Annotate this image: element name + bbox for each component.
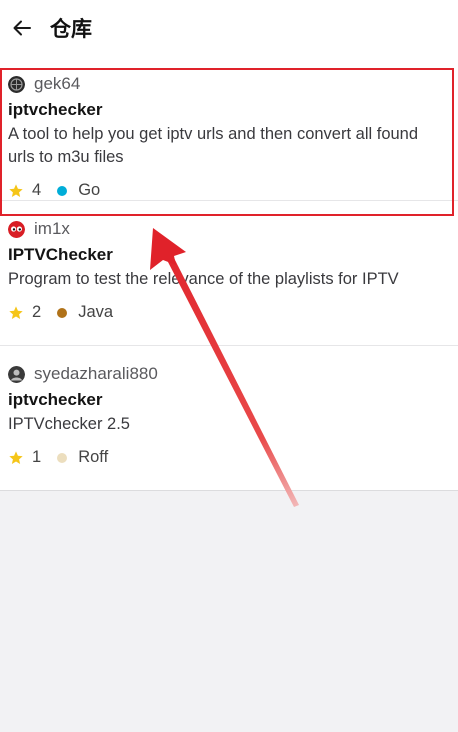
repo-name: iptvchecker [8,100,103,119]
arrow-left-icon [13,20,31,36]
language-dot [57,185,68,196]
star-icon [9,183,23,197]
repo-language: Roff [78,448,109,466]
owner-line: syedazharali880 [8,363,450,385]
owner-line: im1x [8,218,450,240]
repo-owner: gek64 [34,74,81,93]
repo-name: iptvchecker [8,390,103,409]
star-count: 4 [32,181,42,199]
owner-avatar-syedazharali880 [8,365,25,383]
star-icon [9,450,23,464]
repository-page: 仓库 gek64 iptvchecker A tool to help you … [0,0,458,732]
language-dot [57,452,68,463]
repo-list: gek64 iptvchecker A tool to help you get… [0,56,458,491]
repo-description: IPTVchecker 2.5 [8,415,130,433]
star-count: 1 [32,448,42,466]
repo-description: Program to test the relevance of the pla… [8,270,399,288]
star-count: 2 [32,303,42,321]
repo-name: IPTVChecker [8,245,113,264]
owner-avatar-gek64 [8,75,25,93]
back-button[interactable] [10,16,34,40]
repo-language: Java [78,303,114,321]
page-title: 仓库 [50,17,92,41]
repo-meta: 2 Java [8,303,113,322]
repo-language: Go [78,181,101,199]
repo-meta: 1 Roff [8,448,108,467]
owner-avatar-im1x [8,220,25,238]
star-icon [9,305,23,319]
language-dot [57,307,68,318]
repo-owner: syedazharali880 [34,364,158,383]
repo-item[interactable]: syedazharali880 iptvchecker IPTVchecker … [0,346,458,491]
repo-owner: im1x [34,219,70,238]
owner-line: gek64 [8,73,450,95]
repo-meta: 4 Go [8,181,100,200]
repo-item[interactable]: gek64 iptvchecker A tool to help you get… [0,56,458,201]
repo-description: A tool to help you get iptv urls and the… [8,125,419,166]
repo-item[interactable]: im1x IPTVChecker Program to test the rel… [0,201,458,346]
app-bar: 仓库 [0,0,458,56]
